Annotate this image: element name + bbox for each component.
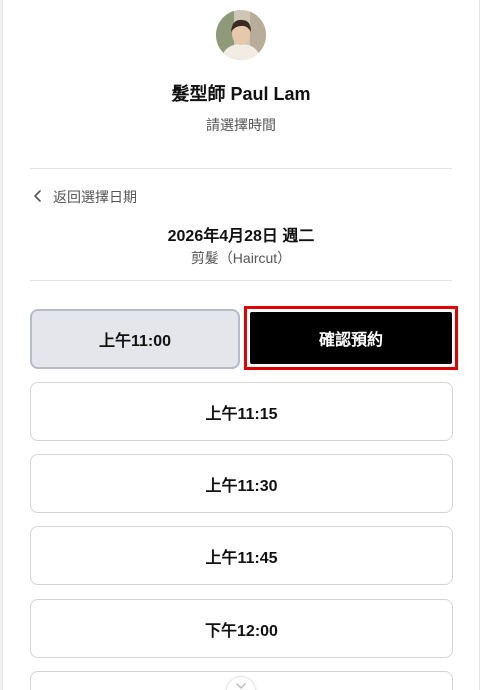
divider: [30, 280, 452, 281]
time-slot[interactable]: 上午11:30: [30, 454, 453, 513]
confirm-button-highlight: 確認預約: [244, 306, 458, 370]
profile-photo-icon: [216, 10, 266, 60]
divider: [30, 168, 452, 169]
time-slot[interactable]: 上午11:45: [30, 526, 453, 585]
time-slot[interactable]: 下午12:00: [30, 599, 453, 658]
page-title: 髮型師 Paul Lam: [171, 84, 311, 104]
avatar: [216, 10, 266, 60]
booking-card: 髮型師 Paul Lam 請選擇時間 返回選擇日期 2026年4月28日 週二 …: [2, 0, 480, 690]
time-slot[interactable]: 上午11:15: [30, 382, 453, 441]
back-to-date-link[interactable]: 返回選擇日期: [33, 187, 137, 207]
selected-date: 2026年4月28日 週二: [167, 228, 315, 245]
page-subtitle: 請選擇時間: [206, 117, 276, 133]
time-slot-selected[interactable]: 上午11:00: [30, 309, 240, 369]
chevron-left-icon: [33, 189, 45, 205]
selected-service: 剪髮（Haircut）: [190, 250, 292, 266]
back-link-label: 返回選擇日期: [53, 189, 137, 205]
confirm-booking-button[interactable]: 確認預約: [250, 312, 452, 364]
